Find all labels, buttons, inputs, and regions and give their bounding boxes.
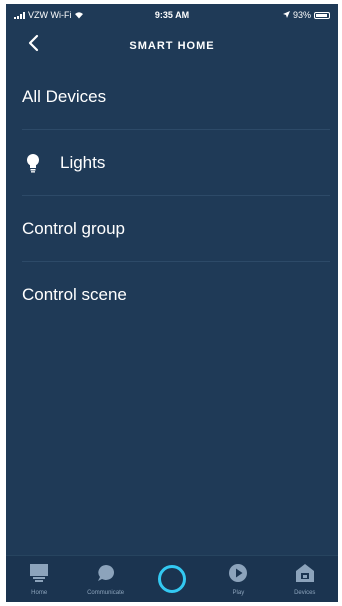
nav-label: Communicate bbox=[87, 590, 125, 596]
menu-item-lights[interactable]: Lights bbox=[6, 130, 338, 196]
nav-devices[interactable]: Devices bbox=[275, 556, 335, 602]
alexa-icon bbox=[157, 565, 186, 593]
battery-icon bbox=[314, 11, 330, 19]
lightbulb-icon bbox=[24, 152, 42, 174]
header: SMART HOME bbox=[6, 28, 338, 62]
location-arrow-icon bbox=[282, 10, 290, 20]
nav-label: Devices bbox=[294, 590, 316, 596]
play-icon bbox=[228, 562, 248, 584]
nav-play[interactable]: Play bbox=[208, 556, 268, 602]
menu-item-label: Control group bbox=[22, 219, 126, 238]
home-icon bbox=[28, 562, 50, 584]
nav-communicate[interactable]: Communicate bbox=[76, 556, 136, 602]
status-right: 93% bbox=[282, 10, 330, 20]
nav-label: Play bbox=[232, 590, 245, 596]
menu-list: All Devices Lights Control group Control… bbox=[6, 64, 338, 328]
menu-item-label: Lights bbox=[60, 153, 106, 172]
nav-home[interactable]: Home bbox=[9, 556, 69, 602]
nav-label: Home bbox=[31, 590, 48, 596]
menu-item-control-group[interactable]: Control group bbox=[6, 196, 338, 262]
menu-item-label: All Devices bbox=[22, 87, 107, 106]
menu-item-control-scene[interactable]: Control scene bbox=[6, 262, 338, 328]
bottom-nav: Home Communicate Play Devices bbox=[6, 555, 338, 602]
chat-icon bbox=[96, 562, 116, 584]
phone-screen: VZW Wi-Fi 9:35 AM 93% SMART HOME All Dev… bbox=[6, 4, 338, 602]
devices-icon bbox=[295, 562, 315, 584]
alexa-button[interactable] bbox=[142, 556, 202, 602]
battery-percent: 93% bbox=[292, 10, 311, 20]
menu-item-all-devices[interactable]: All Devices bbox=[6, 64, 338, 130]
menu-item-label: Control scene bbox=[22, 285, 127, 304]
status-bar: VZW Wi-Fi 9:35 AM 93% bbox=[6, 4, 338, 26]
page-title: SMART HOME bbox=[129, 40, 215, 52]
